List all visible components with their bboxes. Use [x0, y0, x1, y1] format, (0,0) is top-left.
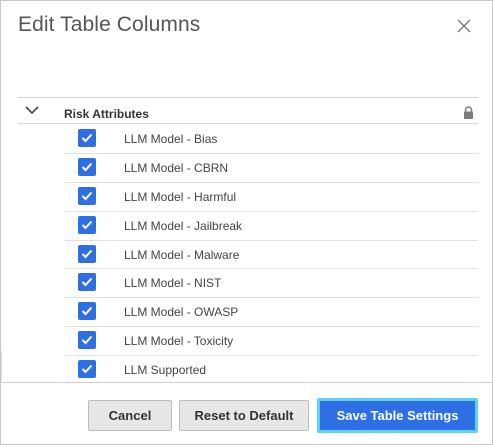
column-label: LLM Supported [124, 363, 207, 378]
column-row[interactable]: LLM Model - OWASP [1, 298, 492, 328]
column-row[interactable]: LLM Model - Harmful [1, 183, 492, 212]
column-row[interactable]: LLM Model - Malware [1, 241, 492, 270]
lock-icon [463, 106, 474, 119]
column-checkbox[interactable] [78, 331, 96, 350]
column-checkbox[interactable] [78, 273, 96, 292]
column-checkbox[interactable] [78, 186, 96, 205]
column-label: LLM Model - Toxicity [124, 334, 234, 349]
scroll-edge [1, 351, 2, 381]
column-row[interactable]: LLM Model - Bias [1, 125, 492, 154]
column-checkbox[interactable] [78, 244, 96, 263]
column-row[interactable]: LLM Model - Toxicity [1, 327, 492, 357]
checkmark-icon [81, 249, 93, 259]
close-icon [457, 19, 471, 33]
column-label: LLM Model - Malware [124, 247, 240, 262]
column-row[interactable]: LLM Model - Jailbreak [1, 212, 492, 241]
cancel-button[interactable]: Cancel [88, 400, 172, 431]
group-header-risk-attributes[interactable]: Risk Attributes [18, 98, 478, 124]
column-label: LLM Model - Jailbreak [124, 218, 243, 233]
dialog-footer: Cancel Reset to Default Save Table Setti… [1, 382, 492, 444]
checkmark-icon [81, 336, 93, 345]
column-label: LLM Model - CBRN [124, 160, 229, 175]
group-label: Risk Attributes [64, 107, 149, 121]
checkmark-icon [81, 191, 93, 201]
column-row[interactable]: LLM Model - NIST [1, 269, 492, 299]
checkmark-icon [81, 133, 93, 143]
column-label: LLM Model - NIST [124, 276, 222, 291]
column-checkbox[interactable] [78, 129, 96, 147]
chevron-down-icon [25, 106, 39, 115]
dialog-title: Edit Table Columns [18, 13, 201, 36]
close-button[interactable] [453, 15, 475, 37]
column-checkbox[interactable] [78, 302, 96, 321]
group-toggle-button[interactable] [24, 103, 40, 115]
checkmark-icon [81, 278, 93, 287]
checkmark-icon [81, 307, 93, 316]
checkmark-icon [81, 162, 93, 172]
reset-to-default-button[interactable]: Reset to Default [179, 400, 309, 431]
column-checkbox[interactable] [78, 157, 96, 176]
checkmark-icon [81, 364, 93, 374]
column-label: LLM Model - Harmful [124, 189, 237, 204]
column-row[interactable]: LLM Model - CBRN [1, 154, 492, 183]
column-label: LLM Model - Bias [124, 132, 218, 146]
checkmark-icon [81, 220, 93, 230]
column-row[interactable]: LLM Supported [1, 356, 492, 386]
save-table-settings-button[interactable]: Save Table Settings [317, 398, 478, 433]
column-checkbox[interactable] [78, 360, 96, 379]
edit-table-columns-dialog: Edit Table Columns Risk Attributes LLM M… [0, 0, 493, 445]
column-checkbox[interactable] [78, 215, 96, 234]
column-label: LLM Model - OWASP [124, 305, 239, 320]
column-list: LLM Model - Bias LLM Model - CBRN LLM Mode… [1, 125, 492, 386]
